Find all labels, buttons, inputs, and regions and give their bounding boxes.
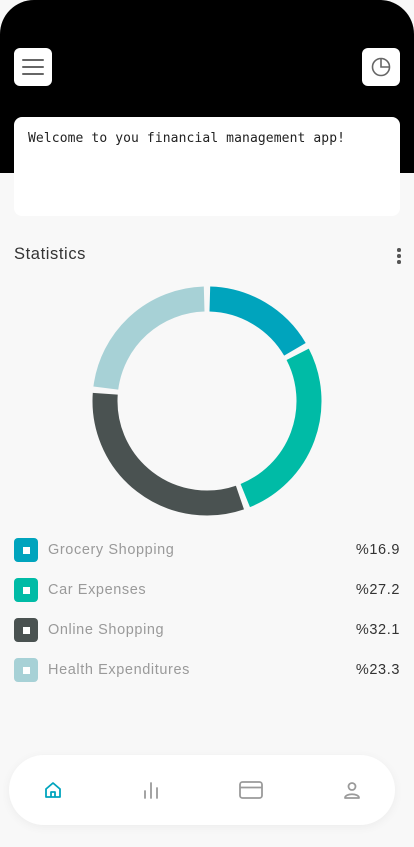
donut-slice-health: [93, 286, 205, 390]
legend-value: %23.3: [355, 662, 400, 678]
app-screen: Welcome to you financial management app!…: [0, 0, 414, 847]
donut-slice-grocery: [209, 286, 306, 356]
legend-value: %27.2: [355, 582, 400, 598]
nav-cards[interactable]: [239, 778, 263, 802]
donut-slice-online: [92, 392, 244, 516]
home-icon: [45, 782, 61, 798]
legend-item-health: Health Expenditures %23.3: [14, 658, 400, 682]
legend-swatch: [14, 538, 38, 562]
legend-swatch: [14, 618, 38, 642]
donut-chart: [92, 286, 322, 516]
legend-item-online: Online Shopping %32.1: [14, 618, 400, 642]
legend-item-car: Car Expenses %27.2: [14, 578, 400, 602]
bottom-navigation: [9, 755, 395, 825]
bar-chart-icon: [144, 782, 158, 799]
legend-value: %32.1: [355, 622, 400, 638]
legend-label: Online Shopping: [48, 622, 165, 638]
legend-label: Health Expenditures: [48, 662, 190, 678]
legend-swatch: [14, 578, 38, 602]
donut-slice-car: [240, 348, 322, 508]
legend-label: Grocery Shopping: [48, 542, 175, 558]
legend-item-grocery: Grocery Shopping %16.9: [14, 538, 400, 562]
user-icon: [344, 782, 360, 799]
nav-home[interactable]: [41, 778, 65, 802]
legend-swatch: [14, 658, 38, 682]
legend-value: %16.9: [355, 542, 400, 558]
legend-label: Car Expenses: [48, 582, 147, 598]
credit-card-icon: [239, 781, 263, 799]
nav-profile[interactable]: [340, 778, 364, 802]
nav-statistics[interactable]: [139, 778, 163, 802]
